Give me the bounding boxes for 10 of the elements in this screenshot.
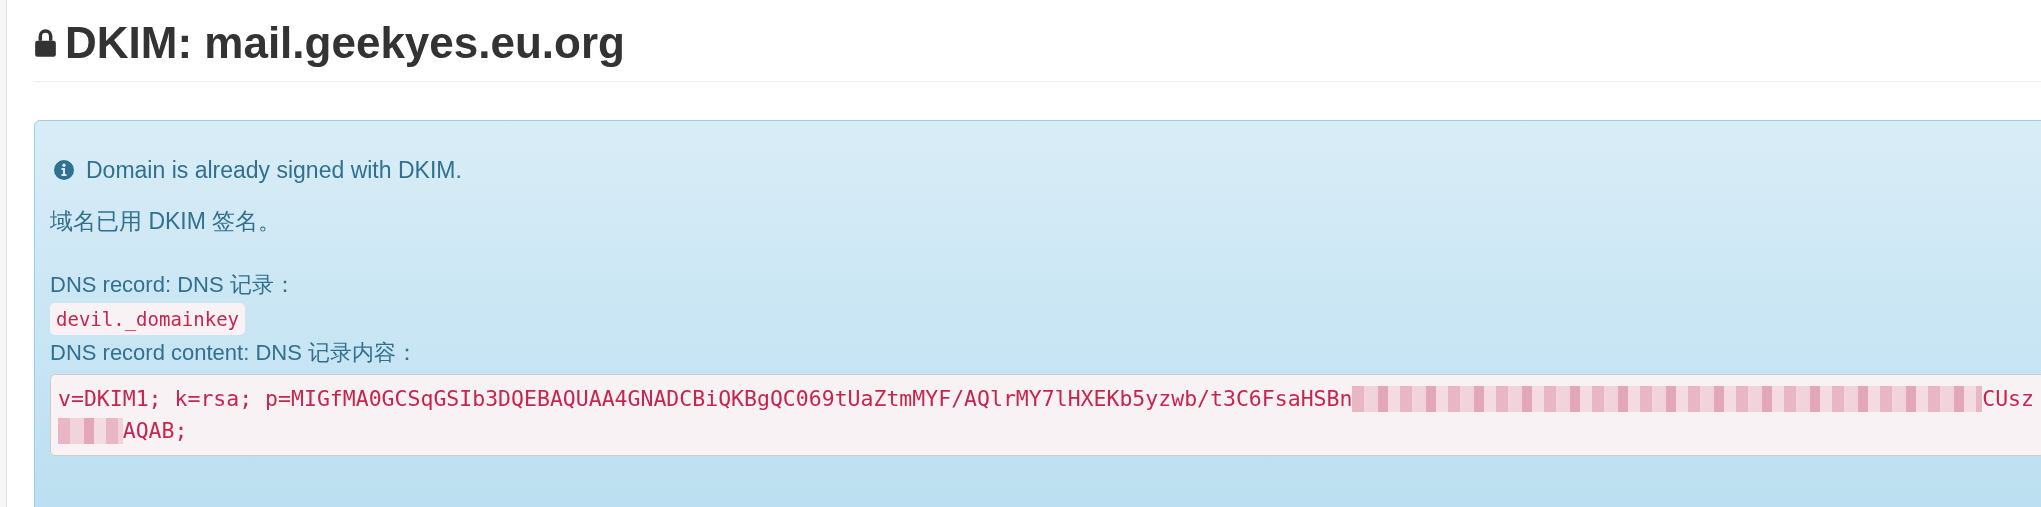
dns-record-content-label: DNS record content: DNS 记录内容： [50, 338, 419, 367]
dns-record-content: v=DKIM1; k=rsa; p=MIGfMA0GCSqGSIb3DQEBAQUAA4GNADCBiQKBgQC069tUaZtmMYF/AQlrMY7lHXEKb5yzwb/t3C6FsaHSBn CUsz AQAB; [50, 373, 2041, 456]
alert-message: Domain is already signed with DKIM. [86, 156, 462, 184]
alert-message-chinese: 域名已用 DKIM 签名。 [50, 206, 283, 236]
pixelated-redaction [58, 417, 123, 444]
info-icon [54, 160, 74, 181]
lock-icon [34, 28, 57, 59]
dns-record-name: devil._domainkey [50, 302, 246, 335]
dns-record-label: DNS record: DNS 记录： [50, 270, 297, 299]
page-title: DKIM: mail.geekyes.eu.org [65, 18, 625, 69]
